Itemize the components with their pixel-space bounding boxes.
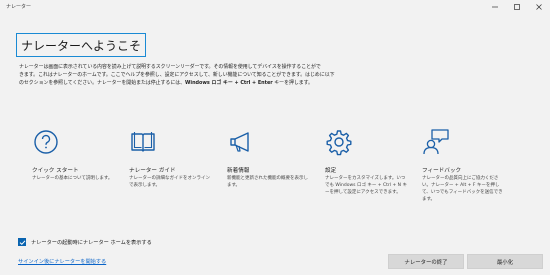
- feature-narrator-guide[interactable]: ナレーター ガイド ナレーターの詳細なガイドをオンラインで表示します。: [129, 128, 210, 188]
- minimize-button[interactable]: 最小化: [467, 254, 543, 269]
- show-home-checkbox-row[interactable]: ナレーターの起動時にナレーター ホームを表示する: [18, 238, 152, 246]
- intro-line-3-start: のセクションを参照してください。ナレーターを開始または停止するには、: [19, 80, 185, 87]
- exit-narrator-button[interactable]: ナレーターの終了: [388, 254, 464, 269]
- checkmark-icon: [19, 239, 25, 245]
- feature-quick-start[interactable]: クイック スタート ナレーターの基本について説明します。: [32, 128, 112, 181]
- intro-text: ナレーターは画面に表示されている内容を読み上げて説明するスクリーンリーダーです。…: [19, 63, 539, 88]
- feature-description: ナレーターをカスタマイズします。いつでも Windows ロゴ キー + Ctr…: [325, 176, 407, 195]
- start-after-signin-link[interactable]: サインイン後にナレーターを開始する: [18, 258, 106, 265]
- feature-title: 新着情報: [227, 168, 250, 174]
- feature-description: ナレーターの基本について説明します。: [32, 176, 113, 181]
- minimize-window-button[interactable]: [484, 0, 506, 13]
- intro-line-1: ナレーターは画面に表示されている内容を読み上げて説明するスクリーンリーダーです。…: [19, 64, 321, 70]
- maximize-icon: [514, 3, 520, 10]
- intro-line-2: きます。これはナレーターのホームです。ここでヘルプを参照し、設定にアクセスして、…: [19, 72, 335, 79]
- window-title: ナレーター: [6, 4, 32, 10]
- feature-whats-new[interactable]: 新着情報 新機能と更新された機能の概要を表示します。: [227, 128, 308, 188]
- feature-feedback[interactable]: フィードバック ナレーターの品質向上にご協力ください。ナレーター + Alt +…: [422, 128, 503, 202]
- window-controls: [484, 0, 550, 13]
- feature-title: クイック スタート: [32, 168, 79, 174]
- feature-description: ナレーターの品質向上にご協力ください。ナレーター + Alt + F キーを押し…: [422, 176, 503, 202]
- book-icon: [131, 132, 155, 152]
- show-home-checkbox[interactable]: [18, 238, 26, 246]
- question-icon: [34, 130, 58, 154]
- intro-line-3-end: キーを押します。: [272, 80, 313, 87]
- feature-title: 設定: [325, 168, 337, 174]
- feature-title: ナレーター ガイド: [129, 168, 176, 174]
- gear-icon: [326, 130, 352, 156]
- page-title: ナレーターへようこそ: [16, 33, 147, 57]
- close-window-button[interactable]: [528, 0, 550, 13]
- feature-description: 新機能と更新された機能の概要を表示します。: [227, 176, 308, 188]
- show-home-checkbox-label: ナレーターの起動時にナレーター ホームを表示する: [31, 239, 152, 246]
- shortcut-keys: Windows ロゴ キー + Ctrl + Enter: [185, 80, 273, 87]
- minimize-icon: [492, 6, 498, 7]
- title-bar: ナレーター: [0, 0, 550, 13]
- feature-settings[interactable]: 設定 ナレーターをカスタマイズします。いつでも Windows ロゴ キー + …: [325, 128, 407, 195]
- feature-title: フィードバック: [422, 168, 462, 174]
- maximize-window-button[interactable]: [506, 0, 528, 13]
- close-icon: [536, 3, 542, 10]
- feedback-icon: [423, 129, 449, 155]
- megaphone-icon: [230, 132, 249, 152]
- feature-description: ナレーターの詳細なガイドをオンラインで表示します。: [129, 176, 210, 188]
- intro-line-3: のセクションを参照してください。ナレーターを開始または停止するには、Window…: [19, 79, 539, 87]
